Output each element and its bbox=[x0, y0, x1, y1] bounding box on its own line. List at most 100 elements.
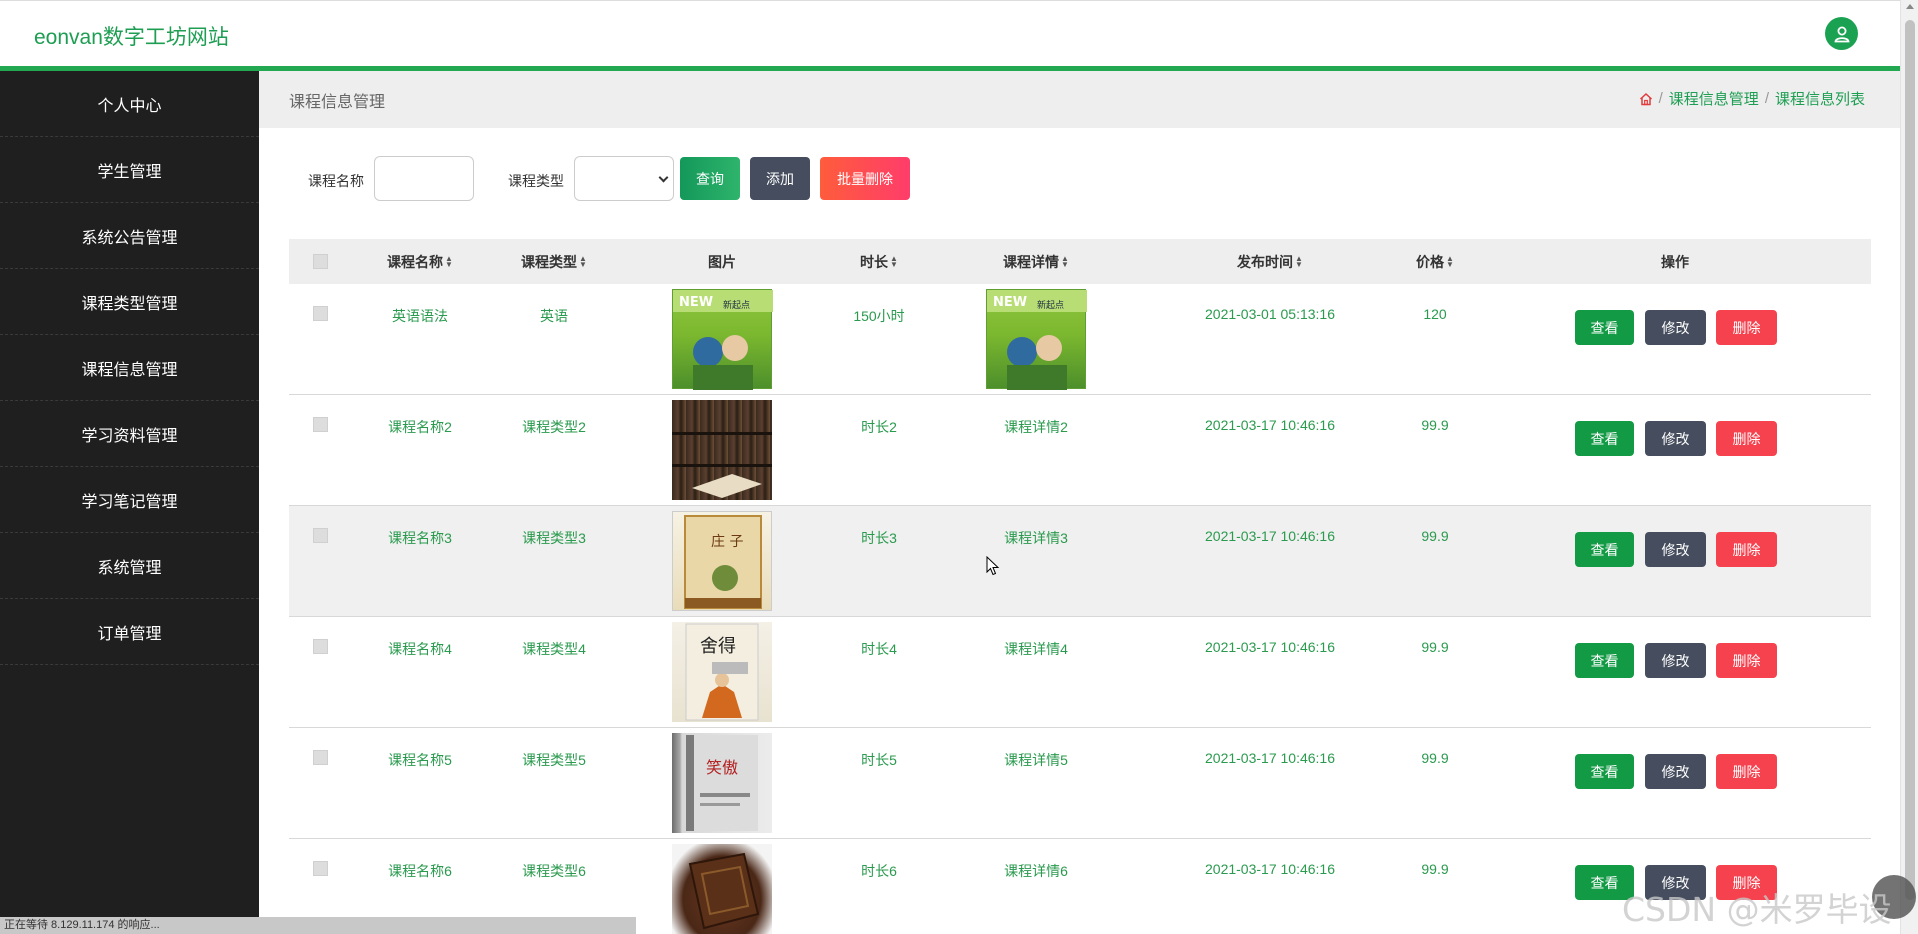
user-avatar[interactable] bbox=[1825, 17, 1858, 50]
breadcrumb: / 课程信息管理 / 课程信息列表 bbox=[1639, 88, 1865, 109]
edit-button[interactable]: 修改 bbox=[1645, 643, 1706, 678]
view-button[interactable]: 查看 bbox=[1575, 532, 1634, 567]
table-header: 课程名称 ▲ ▼ 课程类型 ▲ ▼ 图片 时长 ▲ ▼ 课程详情 ▲ ▼ 发布时间 ▲ ▼ 价格 ▲ ▼… bbox=[289, 239, 1871, 284]
breadcrumb-bar: 课程信息管理 / 课程信息管理 / 课程信息列表 bbox=[259, 71, 1900, 128]
cell-price: 120 bbox=[1423, 306, 1447, 322]
table-row: 英语语法 英语 NEW 新起点 150小时 NEW 新起点 2021-03-01… bbox=[289, 284, 1871, 395]
col-header-time[interactable]: 发布时间 ▲ ▼ bbox=[1237, 239, 1303, 284]
sidebar: 个人中心 学生管理 系统公告管理 课程类型管理 课程信息管理 学习资料管理 学习… bbox=[0, 71, 259, 934]
browser-status-bar: 正在等待 8.129.11.174 的响应... bbox=[0, 917, 636, 934]
col-header-price[interactable]: 价格 ▲ ▼ bbox=[1416, 239, 1454, 284]
course-image[interactable]: 庄 子 bbox=[672, 511, 772, 611]
breadcrumb-separator: / bbox=[1764, 90, 1769, 107]
sort-icon[interactable]: ▲ ▼ bbox=[579, 254, 587, 268]
query-button[interactable]: 查询 bbox=[680, 157, 740, 200]
cell-time: 2021-03-17 10:46:16 bbox=[1205, 639, 1335, 655]
col-header-type[interactable]: 课程类型 ▲ ▼ bbox=[521, 239, 587, 284]
cell-name: 课程名称2 bbox=[388, 419, 452, 435]
table-row: 课程名称5 课程类型5 笑傲 时长5 课程详情5 2021-03-17 10:4… bbox=[289, 728, 1871, 839]
edit-button[interactable]: 修改 bbox=[1645, 310, 1706, 345]
edit-button[interactable]: 修改 bbox=[1645, 754, 1706, 789]
course-detail-image[interactable]: NEW 新起点 bbox=[986, 289, 1087, 390]
select-all-checkbox[interactable] bbox=[313, 254, 328, 269]
sort-icon[interactable]: ▲ ▼ bbox=[1295, 254, 1303, 268]
breadcrumb-course-list[interactable]: 课程信息列表 bbox=[1775, 88, 1865, 109]
course-image[interactable]: 舍得 bbox=[672, 622, 772, 722]
row-checkbox[interactable] bbox=[313, 639, 328, 654]
delete-button[interactable]: 删除 bbox=[1716, 532, 1777, 567]
sidebar-item-course-info[interactable]: 课程信息管理 bbox=[0, 335, 259, 401]
cell-type: 课程类型4 bbox=[522, 641, 586, 657]
row-checkbox[interactable] bbox=[313, 417, 328, 432]
delete-button[interactable]: 删除 bbox=[1716, 754, 1777, 789]
cell-duration: 时长4 bbox=[861, 641, 897, 657]
edit-button[interactable]: 修改 bbox=[1645, 532, 1706, 567]
course-name-input[interactable] bbox=[374, 156, 474, 201]
sort-icon[interactable]: ▲ ▼ bbox=[890, 254, 898, 268]
cell-time: 2021-03-17 10:46:16 bbox=[1205, 528, 1335, 544]
sidebar-item-system[interactable]: 系统管理 bbox=[0, 533, 259, 599]
mouse-cursor-icon bbox=[986, 555, 1000, 581]
batch-delete-button[interactable]: 批量删除 bbox=[820, 157, 910, 200]
row-checkbox[interactable] bbox=[313, 528, 328, 543]
scroll-up-icon[interactable] bbox=[1906, 4, 1914, 9]
cell-duration: 时长6 bbox=[861, 863, 897, 879]
sidebar-item-personal-center[interactable]: 个人中心 bbox=[0, 71, 259, 137]
sidebar-item-orders[interactable]: 订单管理 bbox=[0, 599, 259, 665]
sort-icon[interactable]: ▲ ▼ bbox=[445, 254, 453, 268]
cell-type: 课程类型2 bbox=[522, 419, 586, 435]
watermark-text: CSDN @米罗毕设 bbox=[1622, 890, 1892, 929]
site-brand[interactable]: eonvan数字工坊网站 bbox=[34, 21, 229, 51]
course-image[interactable] bbox=[672, 844, 772, 934]
col-header-duration[interactable]: 时长 ▲ ▼ bbox=[860, 239, 898, 284]
cell-time: 2021-03-01 05:13:16 bbox=[1205, 306, 1335, 322]
cell-price: 99.9 bbox=[1421, 639, 1449, 655]
sidebar-item-materials[interactable]: 学习资料管理 bbox=[0, 401, 259, 467]
col-header-name[interactable]: 课程名称 ▲ ▼ bbox=[387, 239, 453, 284]
delete-button[interactable]: 删除 bbox=[1716, 643, 1777, 678]
sidebar-item-announcements[interactable]: 系统公告管理 bbox=[0, 203, 259, 269]
col-header-detail[interactable]: 课程详情 ▲ ▼ bbox=[1003, 239, 1069, 284]
delete-button[interactable]: 删除 bbox=[1716, 421, 1777, 456]
sidebar-item-notes[interactable]: 学习笔记管理 bbox=[0, 467, 259, 533]
home-icon[interactable] bbox=[1639, 92, 1653, 106]
cell-name: 课程名称4 bbox=[388, 641, 452, 657]
vertical-scrollbar[interactable] bbox=[1900, 0, 1918, 934]
delete-button[interactable]: 删除 bbox=[1716, 310, 1777, 345]
course-type-select[interactable] bbox=[574, 156, 674, 201]
breadcrumb-course-info[interactable]: 课程信息管理 bbox=[1669, 88, 1759, 109]
view-button[interactable]: 查看 bbox=[1575, 310, 1634, 345]
scrollbar-thumb[interactable] bbox=[1905, 20, 1915, 900]
add-button[interactable]: 添加 bbox=[750, 157, 810, 200]
row-checkbox[interactable] bbox=[313, 861, 328, 876]
sort-icon[interactable]: ▲ ▼ bbox=[1446, 254, 1454, 268]
table-row: 课程名称3 课程类型3 庄 子 时长3 课程详情3 2021-03-17 10:… bbox=[289, 506, 1871, 617]
course-image[interactable]: 笑傲 bbox=[672, 733, 772, 833]
sidebar-item-course-types[interactable]: 课程类型管理 bbox=[0, 269, 259, 335]
bookshelf-photo-icon bbox=[672, 432, 772, 498]
course-type-label: 课程类型 bbox=[508, 173, 564, 189]
cell-price: 99.9 bbox=[1421, 417, 1449, 433]
row-checkbox[interactable] bbox=[313, 750, 328, 765]
sort-icon[interactable]: ▲ ▼ bbox=[1061, 254, 1069, 268]
view-button[interactable]: 查看 bbox=[1575, 643, 1634, 678]
cell-time: 2021-03-17 10:46:16 bbox=[1205, 750, 1335, 766]
cell-duration: 时长3 bbox=[861, 530, 897, 546]
breadcrumb-separator: / bbox=[1658, 90, 1663, 107]
course-image[interactable]: NEW 新起点 bbox=[672, 289, 773, 390]
view-button[interactable]: 查看 bbox=[1575, 421, 1634, 456]
page-title: 课程信息管理 bbox=[289, 94, 386, 111]
cell-price: 99.9 bbox=[1421, 861, 1449, 877]
edit-button[interactable]: 修改 bbox=[1645, 421, 1706, 456]
cell-detail: 课程详情3 bbox=[1004, 530, 1068, 546]
cell-name: 课程名称5 bbox=[388, 752, 452, 768]
sidebar-item-students[interactable]: 学生管理 bbox=[0, 137, 259, 203]
cell-time: 2021-03-17 10:46:16 bbox=[1205, 417, 1335, 433]
view-button[interactable]: 查看 bbox=[1575, 754, 1634, 789]
course-image[interactable] bbox=[672, 400, 772, 500]
cell-name: 英语语法 bbox=[392, 308, 448, 324]
svg-text:新起点: 新起点 bbox=[723, 299, 750, 311]
row-checkbox[interactable] bbox=[313, 306, 328, 321]
book-cover-english-icon: NEW 新起点 bbox=[673, 290, 773, 390]
cell-duration: 时长2 bbox=[861, 419, 897, 435]
